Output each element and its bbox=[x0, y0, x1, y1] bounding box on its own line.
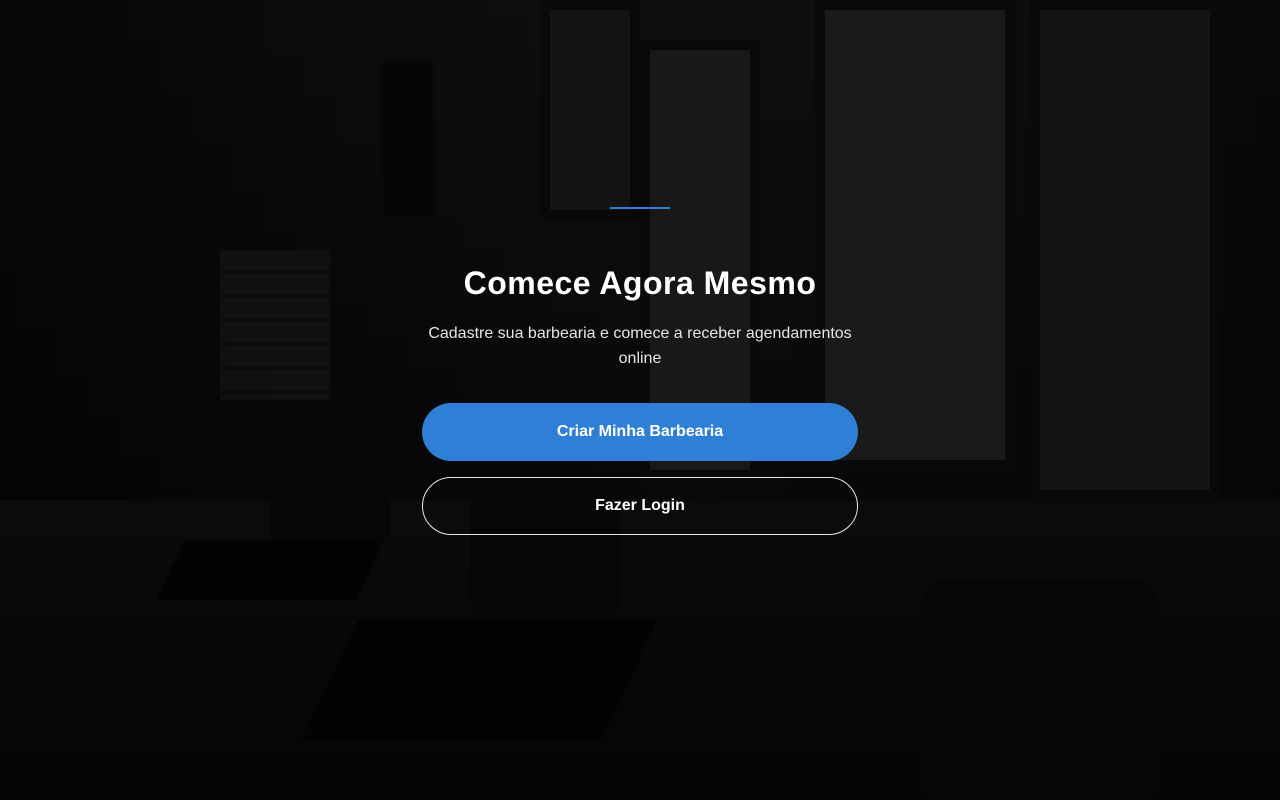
page-subtitle: Cadastre sua barbearia e comece a recebe… bbox=[428, 325, 852, 367]
page-title: Comece Agora Mesmo bbox=[463, 265, 817, 301]
create-barbershop-button[interactable]: Criar Minha Barbearia bbox=[422, 403, 858, 461]
hero-section: Comece Agora Mesmo Cadastre sua barbeari… bbox=[0, 0, 1280, 800]
login-button[interactable]: Fazer Login bbox=[422, 477, 858, 535]
accent-divider bbox=[610, 207, 670, 209]
